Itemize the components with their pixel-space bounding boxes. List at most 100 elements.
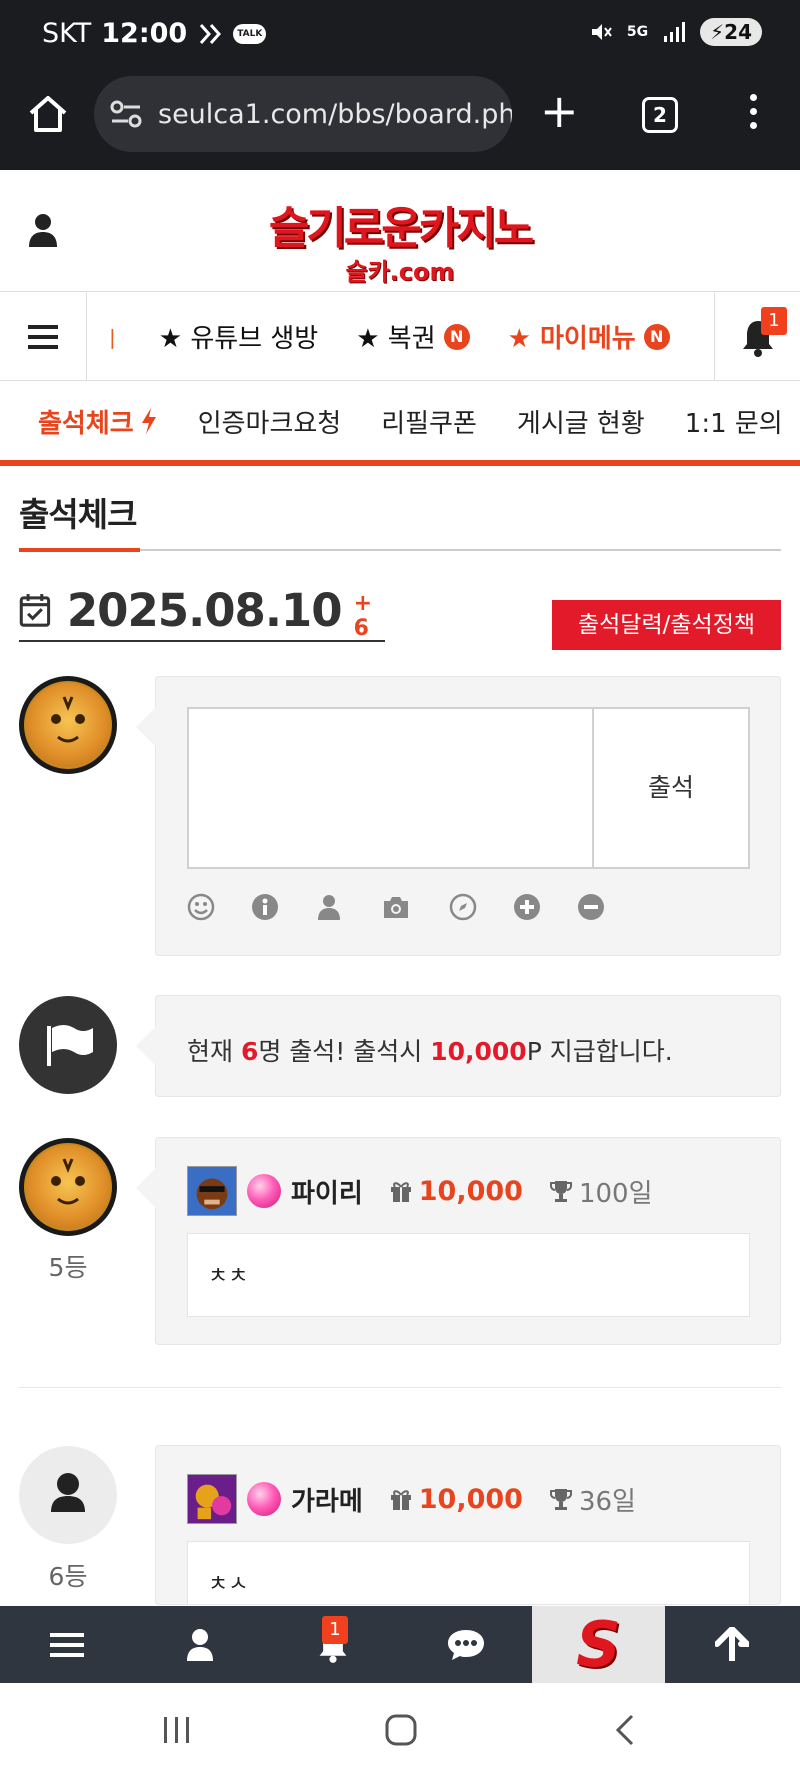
entry-days: 36일	[549, 1481, 636, 1518]
tab-switcher-button[interactable]: 2	[642, 97, 678, 133]
lightning-icon	[141, 408, 156, 434]
tab-refill-coupon[interactable]: 리필쿠폰	[381, 403, 477, 440]
address-bar[interactable]: seulca1.com/bbs/board.php	[94, 76, 512, 152]
bottom-profile-button[interactable]	[133, 1606, 266, 1683]
member-name[interactable]: 파이리	[291, 1173, 363, 1210]
nav-item-lottery[interactable]: ★ 복권 N	[356, 318, 470, 355]
entry-points: 10,000	[389, 1484, 523, 1515]
entry-avatar[interactable]	[19, 1138, 117, 1236]
gift-icon	[390, 1490, 411, 1510]
entry-rank: 5등	[48, 1253, 88, 1282]
battery-level: 24	[724, 20, 752, 44]
new-tab-button[interactable]: +	[540, 88, 579, 134]
bottom-notification-button[interactable]: 1	[266, 1606, 399, 1683]
user-icon	[51, 1473, 85, 1512]
entry-header: 파이리 10,000 100일	[187, 1166, 653, 1216]
top-nav: ❘ ★ 유튜브 생방 ★ 복권 N ★ 마이메뉴 N 1	[0, 293, 800, 381]
top-nav-scroll[interactable]: ❘ ★ 유튜브 생방 ★ 복권 N ★ 마이메뉴 N	[88, 293, 714, 380]
tab-inquiry[interactable]: 1:1 문의	[685, 403, 783, 440]
attendee-count: 6	[240, 1037, 259, 1066]
plus-circle-icon[interactable]	[513, 893, 541, 921]
notification-button[interactable]: 1	[714, 293, 800, 380]
data-saver-icon	[200, 23, 222, 44]
info-icon[interactable]	[251, 893, 279, 921]
bottom-menu-button[interactable]	[0, 1606, 133, 1683]
kakaotalk-icon: TALK	[233, 23, 267, 44]
entry-avatar[interactable]	[19, 1446, 117, 1544]
site-logo[interactable]: 슬기로운카지노 슬카.com	[255, 192, 545, 287]
signal-icon	[664, 22, 686, 42]
level-gem-icon	[247, 1482, 281, 1516]
nav-item-label: ★ 복권	[356, 324, 436, 354]
home-icon[interactable]	[384, 1713, 418, 1747]
bottom-app-bar: 1 S	[0, 1606, 800, 1683]
member-name[interactable]: 가라메	[291, 1481, 363, 1518]
tab-post-status[interactable]: 게시글 현황	[517, 403, 645, 440]
trophy-icon	[549, 1181, 572, 1202]
comment-textarea[interactable]	[189, 709, 594, 867]
points-value: 10,000	[418, 1483, 523, 1515]
attendance-notice: 현재 6명 출석! 출석시 10,000P 지급합니다.	[187, 1032, 673, 1068]
tab-attendance-check[interactable]: 출석체크	[38, 403, 158, 440]
menu-icon[interactable]	[49, 1631, 84, 1659]
date-attendance-delta: + 6	[353, 591, 372, 641]
tiger-avatar-image	[24, 681, 112, 769]
entry-comment: ㅊㅊ	[187, 1233, 750, 1317]
notice-prefix: 현재	[187, 1037, 241, 1066]
url-text[interactable]: seulca1.com/bbs/board.php	[158, 99, 512, 130]
browser-toolbar: seulca1.com/bbs/board.php + 2	[0, 70, 800, 170]
title-divider-accent	[19, 548, 140, 552]
camera-icon[interactable]	[379, 893, 413, 921]
carrier-label: SKT	[42, 18, 92, 49]
scroll-top-button[interactable]	[665, 1606, 798, 1683]
page-title: 출석체크	[19, 495, 137, 534]
status-left: SKT 12:00 TALK	[42, 18, 267, 49]
points-value: 10,000	[418, 1175, 523, 1207]
tab-certification-request[interactable]: 인증마크요청	[198, 403, 342, 440]
member-icon[interactable]	[187, 1166, 237, 1216]
mute-icon	[591, 24, 612, 40]
minus-circle-icon[interactable]	[577, 893, 605, 921]
attendance-calendar-button[interactable]: 출석달력/출석정책	[552, 600, 781, 650]
chat-icon[interactable]	[446, 1628, 486, 1662]
status-bar: SKT 12:00 TALK 5G ⚡24	[0, 0, 800, 70]
user-icon[interactable]	[28, 212, 58, 248]
tiger-avatar-image	[24, 1143, 112, 1231]
attendance-entry-card: 파이리 10,000 100일 ㅊㅊ	[136, 1137, 781, 1345]
back-icon[interactable]	[608, 1713, 642, 1747]
entry-days: 100일	[549, 1173, 653, 1210]
compass-icon[interactable]	[449, 893, 477, 921]
bottom-home-logo-button[interactable]: S	[532, 1606, 665, 1683]
reward-points: 10,000	[430, 1037, 527, 1066]
user-icon[interactable]	[186, 1628, 214, 1662]
current-date: 2025.08.10	[66, 583, 343, 637]
tab-label: 출석체크	[38, 408, 134, 439]
gift-icon	[390, 1182, 411, 1202]
recent-apps-icon[interactable]	[160, 1713, 194, 1747]
user-icon[interactable]	[315, 893, 343, 921]
nav-item-my-menu[interactable]: ★ 마이메뉴 N	[508, 318, 670, 355]
home-icon[interactable]	[26, 92, 70, 136]
notice-middle: 명 출석! 출석시	[258, 1037, 431, 1066]
attendance-entry-card: 가라메 10,000 36일 ㅊㅅ	[155, 1445, 781, 1605]
logo-main-text: 슬기로운카지노	[268, 203, 534, 254]
entry-comment: ㅊㅅ	[187, 1541, 750, 1604]
member-icon[interactable]	[187, 1474, 237, 1524]
entry-divider	[19, 1387, 781, 1388]
sub-nav: 출석체크 인증마크요청 리필쿠폰 게시글 현황 1:1 문의	[0, 382, 800, 466]
clock: 12:00	[101, 18, 188, 49]
bottom-chat-button[interactable]	[399, 1606, 532, 1683]
notification-count-badge: 1	[322, 1616, 348, 1644]
status-right: 5G ⚡24	[589, 18, 762, 46]
attend-submit-button[interactable]: 출석	[594, 709, 748, 867]
site-settings-icon[interactable]	[108, 96, 144, 132]
arrow-up-icon[interactable]	[714, 1626, 749, 1663]
emoticon-icon[interactable]	[187, 893, 215, 921]
days-value: 100일	[578, 1178, 653, 1209]
menu-icon[interactable]	[0, 293, 87, 380]
site-logo-s: S	[576, 1607, 621, 1681]
nav-item-youtube-live[interactable]: ★ 유튜브 생방	[159, 318, 318, 355]
my-avatar	[19, 676, 117, 774]
more-menu-icon[interactable]	[748, 94, 758, 138]
calendar-check-icon	[19, 594, 51, 627]
